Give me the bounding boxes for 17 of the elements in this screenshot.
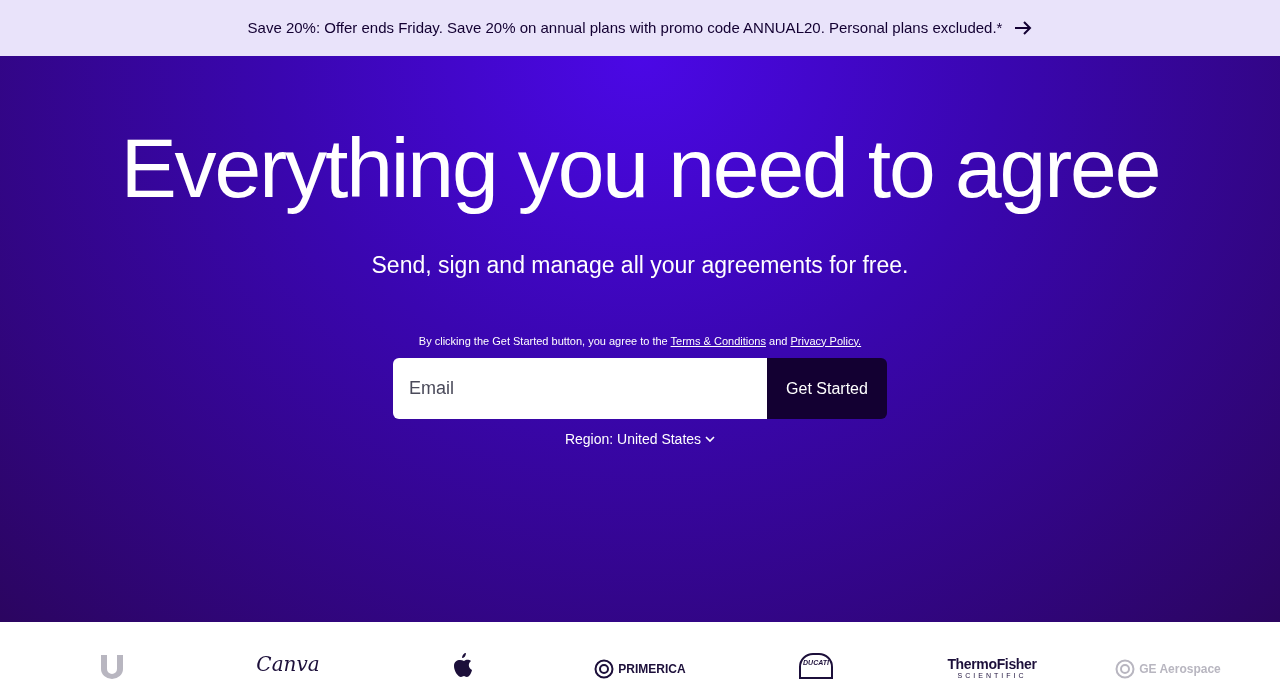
consent-text: By clicking the Get Started button, you agree to the <box>418 334 668 347</box>
terms-link[interactable]: Terms & Conditions <box>670 334 766 347</box>
hero-subtitle: Send, sign and manage all your agreements for free. <box>371 251 909 280</box>
get-started-button[interactable]: Get Started <box>767 358 887 419</box>
email-field[interactable]: Email <box>393 358 767 419</box>
arrow-right-icon <box>1014 21 1033 35</box>
chevron-down-icon <box>705 436 716 443</box>
promo-banner[interactable]: Save 20%: Offer ends Friday. Save 20% on annual plans with promo code ANNUAL20. Personal plans excluded.* <box>0 0 1280 56</box>
logo-wordmark: Canva <box>256 651 320 678</box>
promo-text: Save 20%: Offer ends Friday. Save 20% on annual plans with promo code ANNUAL20. Personal plans excluded.* <box>247 17 1003 38</box>
consent-text: and <box>769 334 788 347</box>
privacy-link[interactable]: Privacy Policy. <box>790 334 862 347</box>
hero-title: Everything you need to agree <box>120 120 1160 217</box>
logo-wordmark: GE Aerospace <box>1139 661 1221 678</box>
region-selector[interactable]: Region: United States <box>564 429 716 450</box>
logo-wordmark: PRIMERICA <box>618 661 686 678</box>
logo-wordmark: ThermoFisher <box>947 657 1037 671</box>
